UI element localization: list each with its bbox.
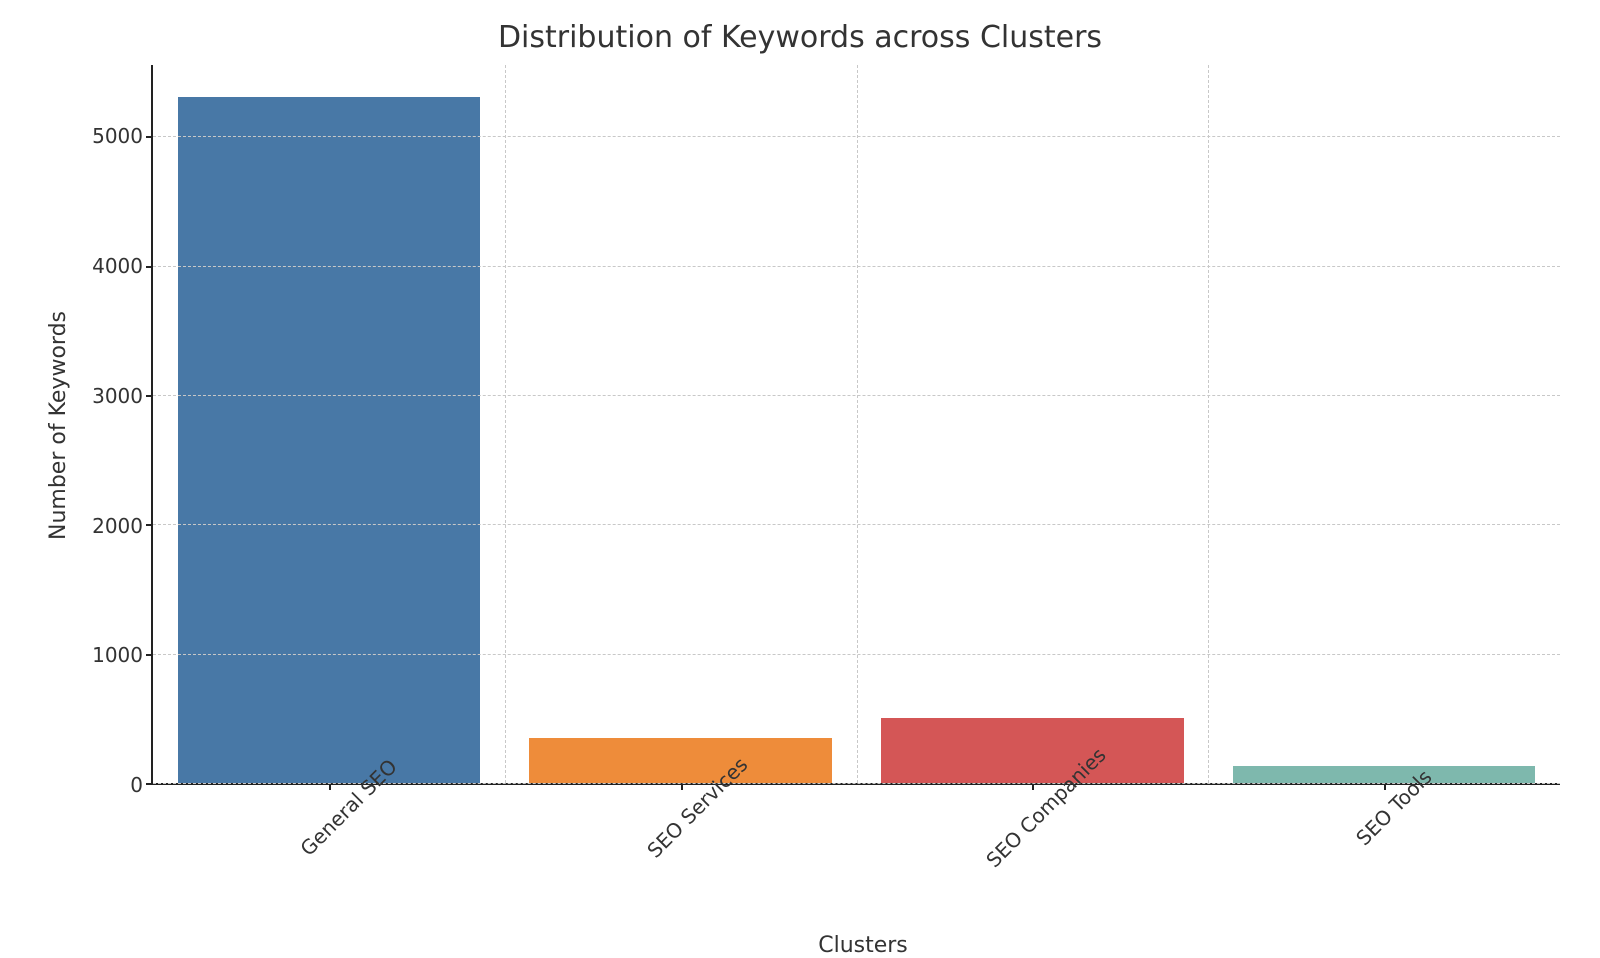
y-tick-label: 1000 bbox=[92, 643, 143, 667]
y-tick-label: 4000 bbox=[92, 254, 143, 278]
chart-title: Distribution of Keywords across Clusters bbox=[40, 20, 1560, 55]
x-tick-mark bbox=[1032, 784, 1034, 790]
bar-slot bbox=[1208, 65, 1560, 783]
y-tick-label: 5000 bbox=[92, 124, 143, 148]
x-tick-mark bbox=[681, 784, 683, 790]
bar bbox=[178, 97, 481, 783]
y-tick-mark bbox=[146, 136, 152, 138]
x-axis-ticks: General SEOSEO ServicesSEO CompaniesSEO … bbox=[166, 785, 1560, 823]
y-tick-label: 2000 bbox=[92, 514, 143, 538]
y-tick-mark bbox=[146, 266, 152, 268]
bar bbox=[529, 738, 832, 783]
x-tick-mark bbox=[1384, 784, 1386, 790]
y-tick-mark bbox=[146, 524, 152, 526]
y-tick-label: 0 bbox=[130, 773, 143, 797]
y-axis-ticks: 010002000300040005000 bbox=[71, 65, 151, 785]
y-tick-mark bbox=[146, 783, 152, 785]
x-tick-slot: SEO Companies bbox=[863, 785, 1212, 823]
bar-slot bbox=[857, 65, 1209, 783]
x-axis-label: Clusters bbox=[166, 933, 1560, 958]
bar bbox=[1233, 766, 1536, 783]
grid-line-vertical bbox=[505, 65, 506, 783]
chart-container: Distribution of Keywords across Clusters… bbox=[0, 0, 1600, 954]
y-tick-mark bbox=[146, 654, 152, 656]
bar-slot bbox=[153, 65, 505, 783]
y-tick-mark bbox=[146, 395, 152, 397]
x-tick-slot: General SEO bbox=[166, 785, 515, 823]
x-tick-slot: SEO Services bbox=[515, 785, 864, 823]
plot-area bbox=[151, 65, 1560, 785]
x-tick-mark bbox=[329, 784, 331, 790]
y-tick-label: 3000 bbox=[92, 384, 143, 408]
y-axis-label: Number of Keywords bbox=[40, 311, 71, 540]
bar-slot bbox=[505, 65, 857, 783]
x-tick-slot: SEO Tools bbox=[1212, 785, 1561, 823]
grid-line-vertical bbox=[857, 65, 858, 783]
grid-line-vertical bbox=[1208, 65, 1209, 783]
bar bbox=[881, 718, 1184, 783]
plot-row: Number of Keywords 010002000300040005000 bbox=[40, 65, 1560, 785]
